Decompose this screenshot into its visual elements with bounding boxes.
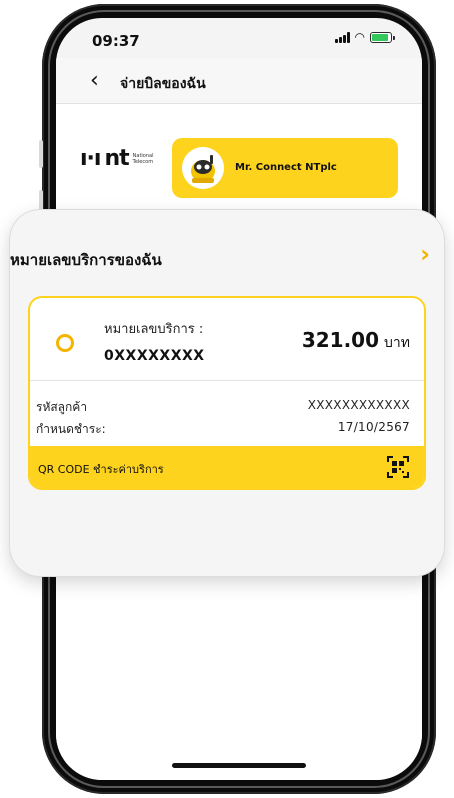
customer-id-label: รหัสลูกค้า bbox=[36, 400, 88, 414]
status-time: 09:37 bbox=[92, 32, 140, 50]
qr-payment-bar[interactable]: QR CODE ชำระค่าบริการ bbox=[30, 446, 424, 488]
home-indicator bbox=[172, 763, 306, 768]
nt-logo-mark: ı·ı bbox=[80, 146, 101, 171]
battery-icon bbox=[370, 31, 395, 43]
chevron-right-icon[interactable]: › bbox=[420, 242, 430, 266]
amount-value: 321.00 bbox=[301, 328, 380, 352]
radio-icon[interactable] bbox=[56, 334, 74, 352]
due-date-label: กำหนดชำระ: bbox=[36, 422, 106, 436]
wifi-icon: ◠ bbox=[354, 30, 365, 44]
service-number-label: หมายเลขบริการ : bbox=[104, 322, 204, 337]
side-button-mute bbox=[39, 140, 43, 168]
bill-card[interactable]: หมายเลขบริการ : 0XXXXXXXX 321.00 บาท รหั… bbox=[28, 296, 426, 490]
customer-id-value: XXXXXXXXXXXX bbox=[307, 398, 410, 412]
nt-logo-text: nt bbox=[104, 146, 129, 171]
status-icons: ◠ bbox=[334, 30, 395, 44]
signal-icon bbox=[334, 31, 350, 43]
amount-currency: บาท bbox=[384, 335, 410, 351]
card-divider bbox=[30, 380, 424, 381]
qr-payment-label: QR CODE ชำระค่าบริการ bbox=[38, 463, 164, 476]
nt-logo-sub: National Telecom bbox=[132, 152, 154, 165]
page-title: จ่ายบิลของฉัน bbox=[120, 76, 206, 92]
my-services-panel: หมายเลขบริการของฉัน › หมายเลขบริการ : 0X… bbox=[10, 210, 444, 576]
panel-title: หมายเลขบริการของฉัน bbox=[10, 251, 162, 269]
service-number-value: 0XXXXXXXX bbox=[104, 348, 205, 364]
profile-card[interactable]: Mr. Connect NTplc bbox=[172, 138, 398, 198]
nt-logo: ı·ı nt National Telecom bbox=[80, 146, 167, 171]
profile-name: Mr. Connect NTplc bbox=[235, 162, 337, 173]
nav-bar: ‹ จ่ายบิลของฉัน bbox=[56, 58, 422, 104]
qr-code-icon[interactable] bbox=[386, 455, 410, 479]
bill-amount: 321.00 บาท bbox=[302, 328, 410, 354]
back-icon[interactable]: ‹ bbox=[90, 70, 99, 92]
due-date-value: 17/10/2567 bbox=[337, 420, 410, 434]
mascot-avatar bbox=[182, 147, 224, 189]
